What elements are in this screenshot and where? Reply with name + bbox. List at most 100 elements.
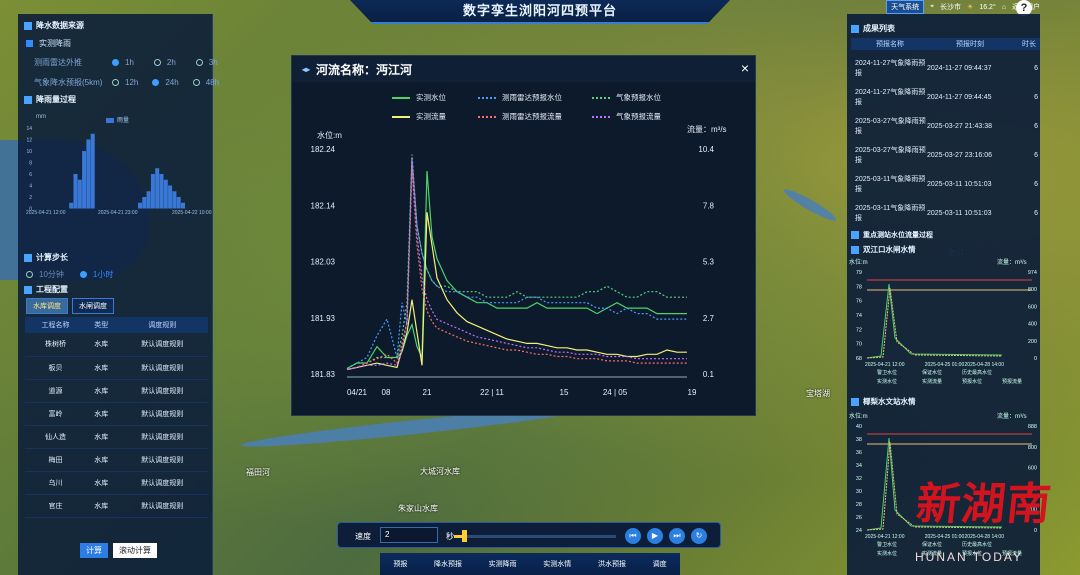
x-tick: 08 bbox=[382, 388, 391, 397]
radio-2h[interactable] bbox=[153, 59, 161, 66]
river-chart-modal: ◂▸ 河流名称：沔江河 × 实测水位 测雨雷达预报水位 气象预报水位 实测流量 bbox=[291, 55, 756, 416]
nav-observed-rain[interactable]: 实测降雨 bbox=[489, 559, 517, 569]
watermark-en: HUNAN TODAY bbox=[915, 550, 1024, 564]
radio-1hour[interactable] bbox=[79, 271, 87, 278]
table-row[interactable]: 道源 水库 默认调度规则 bbox=[25, 379, 208, 403]
results-list: 2024-11-27气象降雨预报 2024-11-27 09:44:37 6 2024… bbox=[855, 54, 1040, 228]
river-hydrograph: 水位:m 流量：m³/s 182.24 182.14 182.03 181.93 181… bbox=[311, 124, 727, 397]
result-row[interactable]: 2024-11-27气象降雨预报 2024-11-27 09:44:37 6 bbox=[855, 54, 1040, 83]
radio-24h[interactable] bbox=[152, 79, 160, 86]
section-icon bbox=[851, 245, 859, 254]
section-results: 成果列表 bbox=[851, 23, 895, 34]
x-tick: 15 bbox=[560, 388, 569, 397]
app-header: 数字孪生浏阳河四预平台 bbox=[350, 0, 730, 24]
result-row[interactable]: 2024-11-27气象降雨预报 2024-11-27 09:44:45 6 bbox=[855, 83, 1040, 112]
play-icon[interactable]: ▶ bbox=[647, 528, 663, 544]
table-row[interactable]: 富岭 水库 默认调度规则 bbox=[25, 402, 208, 426]
table-row[interactable]: 梅田 水库 默认调度规则 bbox=[25, 448, 208, 472]
table-cell: 仙人造 bbox=[25, 425, 86, 449]
nav-observed-water[interactable]: 实测水情 bbox=[543, 559, 571, 569]
rain-y-tick: 6 bbox=[29, 172, 32, 178]
mini-ylabel: 水位:m bbox=[849, 258, 868, 266]
nav-dispatch[interactable]: 调度 bbox=[653, 559, 667, 569]
result-row[interactable]: 2025-03-27气象降雨预报 2025-03-27 21:43:38 6 bbox=[855, 112, 1040, 141]
project-table: 工程名称 类型 调度规则 株树桥 水库 默认调度规则 板贝 水库 默认调度规则 道源 水库 默认… bbox=[25, 317, 208, 518]
tab-sluice[interactable]: 水闸调度 bbox=[72, 298, 114, 314]
result-cell: 2024-11-27 09:44:37 bbox=[927, 64, 992, 72]
table-cell: 默认调度规则 bbox=[116, 448, 208, 472]
place-label[interactable]: 宝塔湖 bbox=[806, 388, 830, 399]
temperature-text: 16.2° bbox=[979, 3, 996, 11]
nav-flood-forecast[interactable]: 洪水预报 bbox=[598, 559, 626, 569]
series-line bbox=[346, 170, 687, 370]
mini-x-tick: 2025-04-25 01:00 bbox=[925, 362, 965, 368]
roll-calc-button[interactable]: 滚动计算 bbox=[113, 543, 157, 558]
table-row[interactable]: 株树桥 水库 默认调度规则 bbox=[25, 333, 208, 357]
table-cell: 水库 bbox=[86, 425, 117, 449]
mini-y-tick: 74 bbox=[856, 313, 862, 319]
tab-reservoir[interactable]: 水库调度 bbox=[26, 298, 68, 314]
place-label[interactable]: 福田河 bbox=[246, 467, 270, 478]
speed-input[interactable]: 2 bbox=[380, 527, 438, 543]
table-cell: 水库 bbox=[86, 448, 117, 472]
result-row[interactable]: 2025-03-11气象降雨预报 2025-03-11 10:51:03 6 bbox=[855, 199, 1040, 228]
section-title: 重点测站水位流量过程 bbox=[863, 232, 933, 239]
table-row[interactable]: 乌川 水库 默认调度规则 bbox=[25, 471, 208, 495]
mini-legend: 实测水位 bbox=[877, 550, 897, 557]
progress-track[interactable] bbox=[454, 530, 616, 542]
series-line bbox=[346, 168, 687, 371]
result-cell: 6 bbox=[1034, 180, 1038, 188]
table-header: 预报时刻 bbox=[956, 41, 984, 48]
result-row[interactable]: 2025-03-11气象降雨预报 2025-03-11 10:51:03 6 bbox=[855, 170, 1040, 199]
radar-label: 测雨雷达外推 bbox=[34, 58, 82, 67]
mini-x-tick: 2025-04-28 14:00 bbox=[965, 362, 1005, 368]
x-tick: 24 | 05 bbox=[603, 388, 628, 397]
speed-unit: 秒 bbox=[446, 532, 454, 541]
next-icon[interactable]: ⏭ bbox=[669, 528, 685, 544]
mini-y2-tick: 888 bbox=[1028, 424, 1037, 430]
project-table-body: 株树桥 水库 默认调度规则 板贝 水库 默认调度规则 道源 水库 默认调度规则 富岭 水库 默认调度规… bbox=[25, 333, 208, 518]
radio-48h[interactable] bbox=[192, 79, 200, 86]
checkbox-checked-icon[interactable] bbox=[26, 40, 33, 47]
radio-label: 2h bbox=[166, 58, 176, 67]
observed-checkbox-row[interactable]: 实测降雨 bbox=[26, 38, 71, 49]
mini-x-tick: 2025-04-21 12:00 bbox=[865, 362, 905, 368]
sj-station-chart: 水位:m 流量：m³/s79787674727068974800600400200… bbox=[849, 258, 1037, 385]
home-icon[interactable]: ⌂ bbox=[1002, 4, 1006, 11]
refresh-icon[interactable]: ↻ bbox=[691, 528, 707, 544]
mini-legend: 预报水位 bbox=[962, 378, 982, 385]
progress-handle[interactable] bbox=[462, 530, 468, 542]
result-cell: 2025-03-27气象降雨预报 bbox=[855, 117, 926, 135]
radio-1h[interactable] bbox=[112, 59, 119, 66]
weather-system-button[interactable]: 天气系统 bbox=[886, 0, 925, 14]
radio-12h[interactable] bbox=[112, 79, 119, 86]
series-line bbox=[346, 154, 687, 370]
mini-y-tick: 78 bbox=[856, 284, 862, 290]
table-cell: 官庄 bbox=[25, 494, 86, 518]
result-cell: 6 bbox=[1034, 209, 1038, 217]
radio-3h[interactable] bbox=[195, 59, 203, 66]
radio-10min[interactable] bbox=[26, 271, 33, 278]
rain-y-tick: 14 bbox=[26, 126, 32, 132]
mini-y2-tick: 600 bbox=[1028, 304, 1037, 310]
nav-forecast[interactable]: 预报 bbox=[393, 559, 407, 569]
table-cell: 默认调度规则 bbox=[116, 379, 208, 403]
nav-precip-forecast[interactable]: 降水预报 bbox=[434, 559, 462, 569]
radio-label: 1小时 bbox=[92, 270, 114, 279]
place-label[interactable]: 朱家山水库 bbox=[398, 503, 438, 514]
result-cell: 2024-11-27气象降雨预报 bbox=[855, 59, 926, 77]
river-segment bbox=[781, 185, 839, 225]
table-cell: 水库 bbox=[86, 356, 117, 380]
table-row[interactable]: 仙人造 水库 默认调度规则 bbox=[25, 425, 208, 449]
result-row[interactable]: 2025-03-27气象降雨预报 2025-03-27 23:16:06 6 bbox=[855, 141, 1040, 170]
table-row[interactable]: 官庄 水库 默认调度规则 bbox=[25, 494, 208, 518]
mini-y-tick: 34 bbox=[856, 463, 862, 469]
calc-button[interactable]: 计算 bbox=[80, 543, 108, 558]
place-label[interactable]: 大城河水库 bbox=[420, 466, 460, 477]
result-cell: 6 bbox=[1034, 93, 1038, 101]
legend-label: 雨量 bbox=[117, 117, 129, 124]
prev-icon[interactable]: ⏮ bbox=[625, 528, 641, 544]
radio-label: 48h bbox=[205, 78, 220, 87]
table-header: 工程名称 bbox=[25, 317, 86, 333]
table-row[interactable]: 板贝 水库 默认调度规则 bbox=[25, 356, 208, 380]
